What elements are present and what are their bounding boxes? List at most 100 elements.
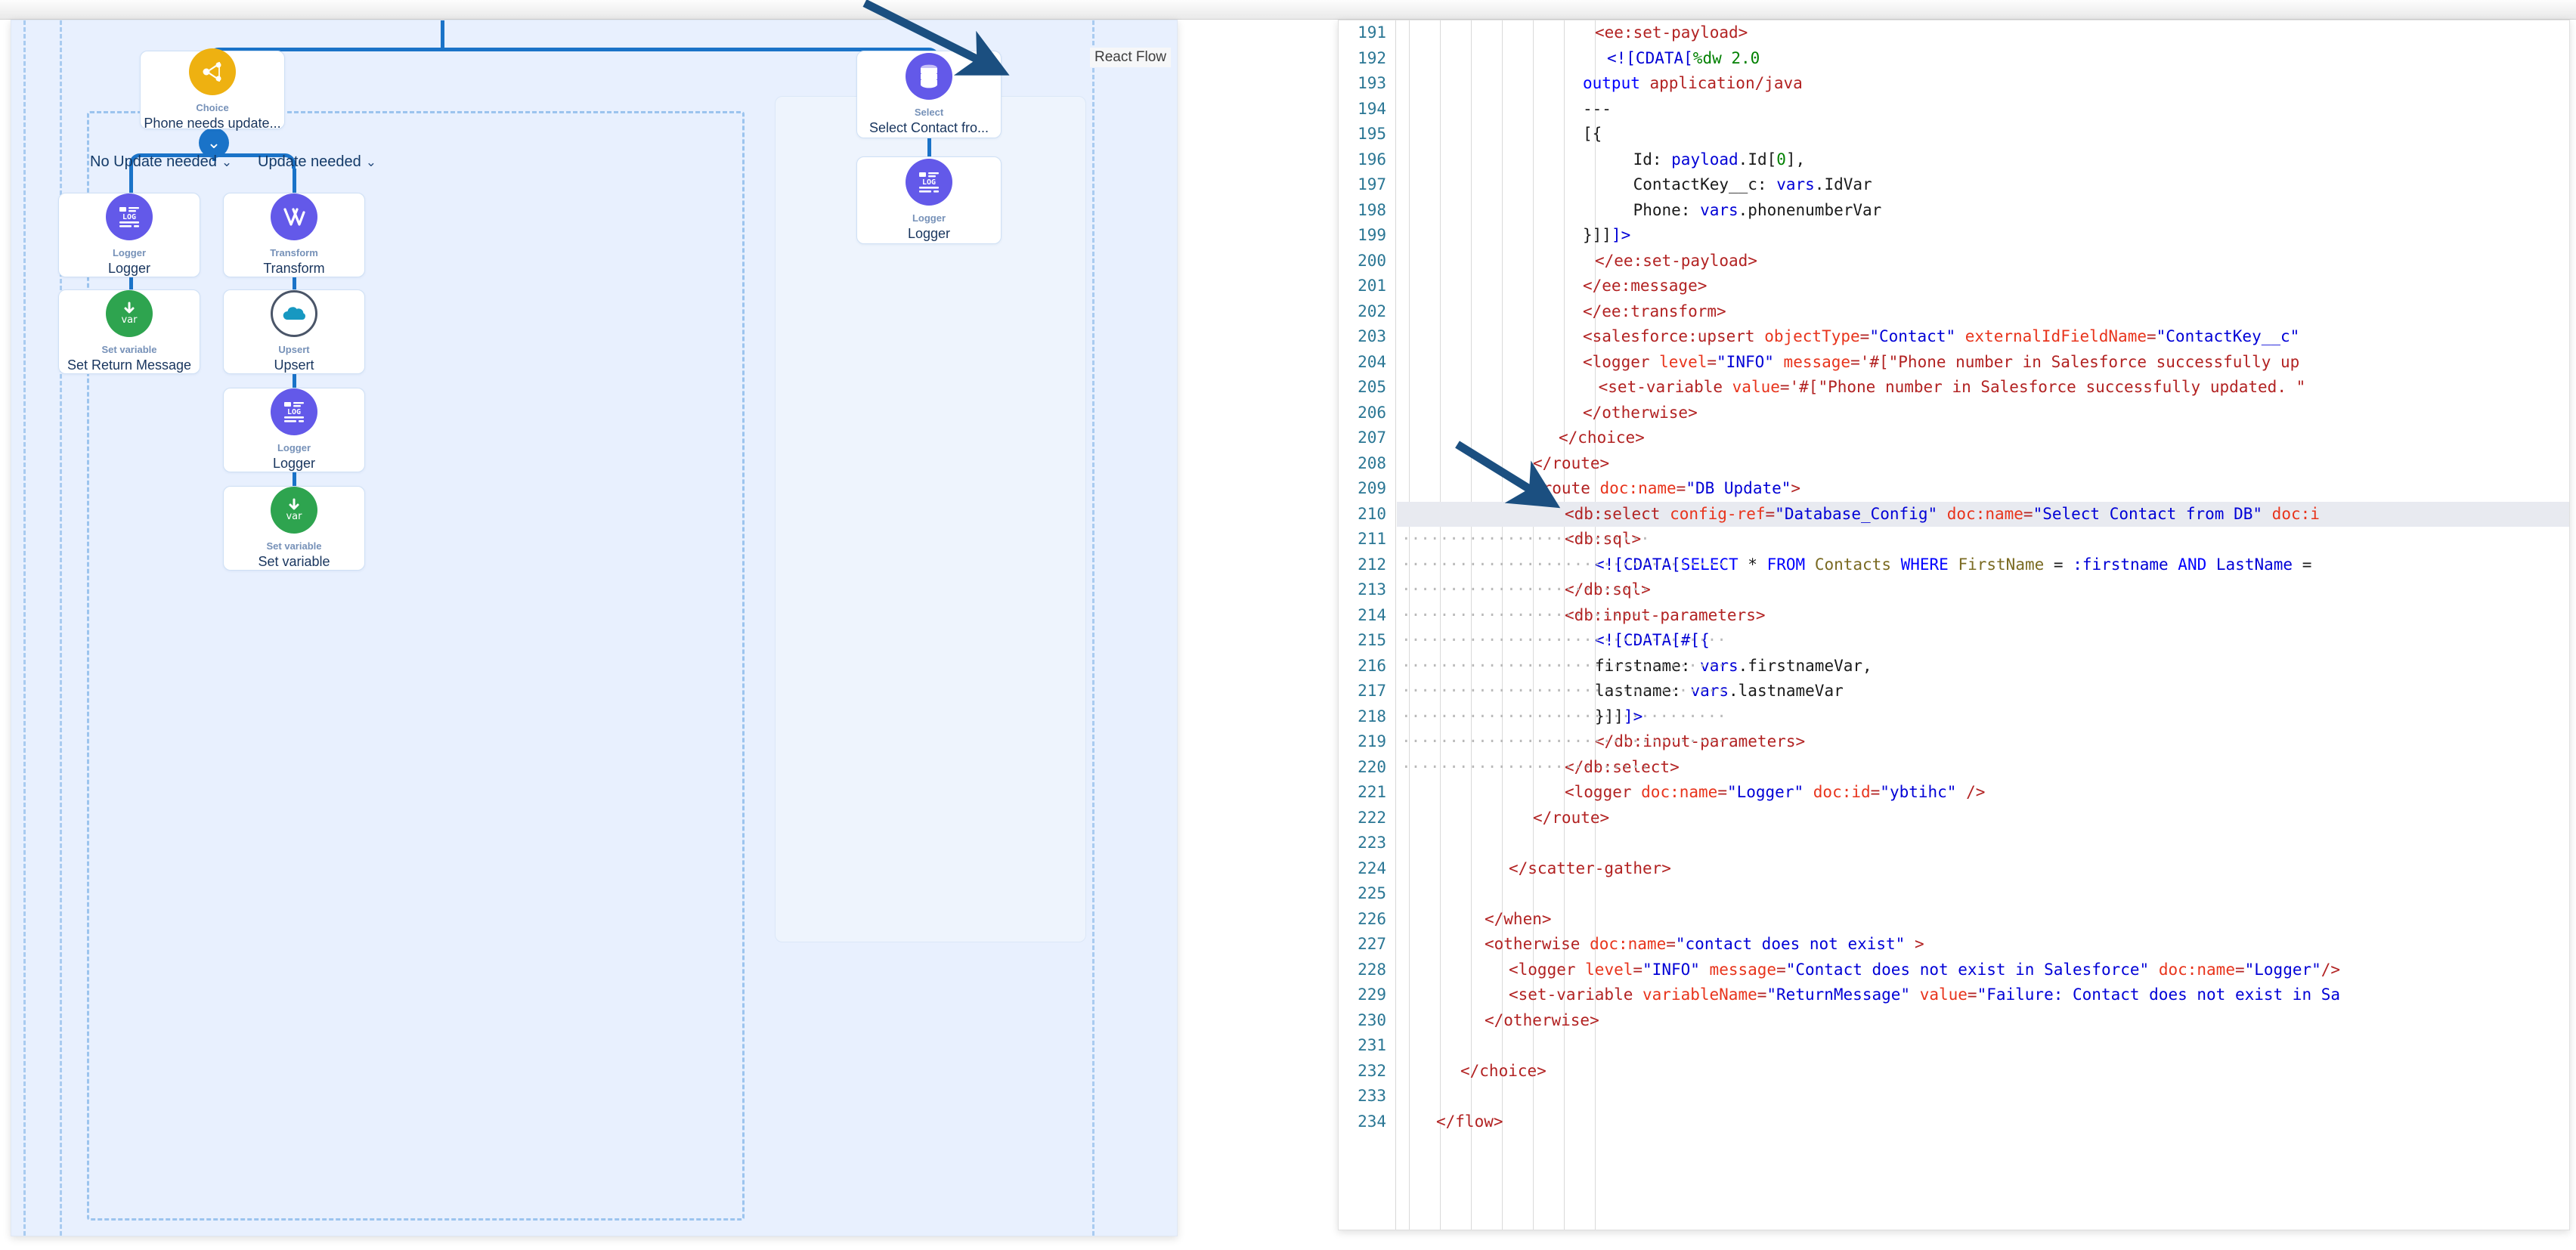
node-type-label: Upsert bbox=[278, 344, 310, 355]
node-set-variable-right[interactable]: var Set variable Set variable bbox=[223, 486, 365, 571]
code-line[interactable]: ·························· </db:select> bbox=[1397, 755, 2569, 781]
code-line[interactable]: <logger level="INFO" message="Contact do… bbox=[1397, 958, 2569, 983]
code-line[interactable]: ContactKey__c: vars.IdVar bbox=[1397, 172, 2569, 198]
code-line[interactable]: ·································· <![CDA… bbox=[1397, 628, 2569, 654]
line-number: 216 bbox=[1358, 656, 1386, 675]
code-line[interactable]: }]]]> bbox=[1397, 223, 2569, 249]
code-line[interactable]: ·································· </db:i… bbox=[1397, 729, 2569, 755]
salesforce-icon bbox=[271, 290, 317, 337]
code-line[interactable]: output application/java bbox=[1397, 71, 2569, 97]
code-line[interactable]: </ee:message> bbox=[1397, 274, 2569, 299]
code-line-content: </choice> bbox=[1559, 429, 1645, 447]
node-name-label: Transform bbox=[263, 261, 325, 277]
code-line[interactable]: <salesforce:upsert objectType="Contact" … bbox=[1397, 324, 2569, 350]
code-line-content: [{ bbox=[1583, 125, 1602, 143]
line-number: 213 bbox=[1358, 580, 1386, 599]
code-line[interactable]: </scatter-gather> bbox=[1397, 856, 2569, 882]
code-line[interactable]: ··································}]]]> bbox=[1397, 704, 2569, 730]
code-line[interactable]: [{ bbox=[1397, 122, 2569, 147]
code-line[interactable]: <db:select config-ref="Database_Config" … bbox=[1397, 501, 2569, 527]
line-number: 225 bbox=[1358, 884, 1386, 902]
node-logger-right[interactable]: LOG Logger Logger bbox=[223, 388, 365, 472]
code-line-content: firstname: vars.firstnameVar, bbox=[1595, 656, 1872, 675]
code-line[interactable]: <route doc:name="DB Update"> bbox=[1397, 476, 2569, 502]
line-number: 227 bbox=[1358, 935, 1386, 953]
code-line-content: </flow> bbox=[1436, 1112, 1503, 1131]
code-line[interactable]: </route> bbox=[1397, 451, 2569, 477]
line-number: 226 bbox=[1358, 909, 1386, 928]
code-line[interactable]: <otherwise doc:name="contact does not ex… bbox=[1397, 932, 2569, 958]
code-line[interactable]: <![CDATA[%dw 2.0 bbox=[1397, 46, 2569, 72]
code-line-content: }]]]> bbox=[1583, 226, 1631, 244]
line-number: 231 bbox=[1358, 1036, 1386, 1054]
code-line[interactable]: </when> bbox=[1397, 907, 2569, 933]
code-line[interactable]: </flow> bbox=[1397, 1109, 2569, 1135]
code-line[interactable] bbox=[1397, 1033, 2569, 1059]
canvas-dashed-rail-right-1 bbox=[1092, 20, 1094, 1236]
code-line-content: Phone: vars.phonenumberVar bbox=[1595, 200, 1882, 219]
node-select[interactable]: Select Select Contact fro... bbox=[856, 51, 1002, 138]
code-line-content: <db:sql> bbox=[1565, 530, 1642, 548]
var-icon: var bbox=[271, 487, 317, 534]
branch-label-no-update[interactable]: No Update needed ⌄ bbox=[90, 153, 232, 171]
node-set-return-message[interactable]: var Set variable Set Return Message bbox=[58, 289, 200, 374]
code-line-content: </ee:message> bbox=[1583, 277, 1708, 295]
code-line-content: <logger level="INFO" message="Contact do… bbox=[1509, 960, 2341, 979]
branch-label-update[interactable]: Update needed ⌄ bbox=[258, 153, 376, 171]
code-line[interactable]: ·························· <db:sql> bbox=[1397, 527, 2569, 552]
code-line[interactable] bbox=[1397, 831, 2569, 856]
line-number: 198 bbox=[1358, 200, 1386, 219]
flow-canvas[interactable]: ⌄ No Update needed ⌄ Update needed ⌄ Choic… bbox=[11, 20, 1178, 1236]
code-line-content: </scatter-gather> bbox=[1509, 859, 1671, 877]
code-line[interactable]: ·································· lastna… bbox=[1397, 679, 2569, 704]
code-line[interactable]: <logger doc:name="Logger" doc:id="ybtihc… bbox=[1397, 780, 2569, 806]
code-line-content: <db:select config-ref="Database_Config" … bbox=[1565, 504, 2320, 523]
line-number: 204 bbox=[1358, 352, 1386, 371]
code-line[interactable] bbox=[1397, 881, 2569, 907]
code-line[interactable]: ·································· firstn… bbox=[1397, 654, 2569, 679]
line-number: 215 bbox=[1358, 631, 1386, 649]
line-number: 221 bbox=[1358, 783, 1386, 801]
editor-code-area[interactable]: <ee:set-payload> <![CDATA[%dw 2.0 output a… bbox=[1397, 20, 2569, 1230]
line-number: 234 bbox=[1358, 1112, 1386, 1131]
code-line[interactable]: ·························· </db:sql> bbox=[1397, 577, 2569, 603]
line-number: 223 bbox=[1358, 834, 1386, 852]
code-line-content: output application/java bbox=[1583, 74, 1803, 92]
node-logger-left[interactable]: LOG Logger Logger bbox=[58, 193, 200, 277]
code-line[interactable]: --- bbox=[1397, 97, 2569, 122]
code-line[interactable] bbox=[1397, 1084, 2569, 1109]
code-line-content: <route doc:name="DB Update"> bbox=[1533, 479, 1801, 497]
node-name-label: Upsert bbox=[274, 357, 314, 373]
xml-code-editor[interactable]: 191 192 193 194 195 196 197 198 199 200 201 202 203 2… bbox=[1338, 20, 2570, 1230]
code-line[interactable]: Id: payload.Id[0], bbox=[1397, 147, 2569, 173]
node-name-label: Logger bbox=[107, 261, 151, 277]
code-line[interactable]: </otherwise> bbox=[1397, 401, 2569, 426]
window-top-chrome bbox=[0, 0, 2576, 20]
code-line[interactable]: <ee:set-payload> bbox=[1397, 20, 2569, 46]
code-line-content: </db:input-parameters> bbox=[1595, 732, 1806, 750]
line-number: 208 bbox=[1358, 453, 1386, 472]
node-choice[interactable]: Choice Phone needs update... bbox=[140, 48, 285, 131]
node-type-label: Logger bbox=[277, 442, 311, 453]
line-number: 202 bbox=[1358, 302, 1386, 320]
code-line[interactable]: <logger level="INFO" message='#["Phone n… bbox=[1397, 350, 2569, 376]
node-upsert[interactable]: Upsert Upsert bbox=[223, 289, 365, 374]
line-number: 201 bbox=[1358, 277, 1386, 295]
node-name-label: Phone needs update... bbox=[144, 116, 281, 131]
react-flow-attribution[interactable]: React Flow bbox=[1089, 48, 1171, 67]
code-line-content: <logger doc:name="Logger" doc:id="ybtihc… bbox=[1565, 783, 1986, 801]
code-line[interactable]: <set-variable variableName="ReturnMessag… bbox=[1397, 982, 2569, 1008]
code-line[interactable]: ·························· <db:input-para… bbox=[1397, 603, 2569, 629]
code-line[interactable]: </route> bbox=[1397, 806, 2569, 831]
code-line[interactable]: </otherwise> bbox=[1397, 1008, 2569, 1034]
node-logger-db[interactable]: LOG Logger Logger bbox=[856, 156, 1002, 244]
code-line[interactable]: </ee:set-payload> bbox=[1397, 249, 2569, 274]
code-line[interactable]: ·································· <![CDA… bbox=[1397, 552, 2569, 578]
node-transform[interactable]: Transform Transform bbox=[223, 193, 365, 277]
code-line[interactable]: </ee:transform> bbox=[1397, 299, 2569, 325]
code-line[interactable]: Phone: vars.phonenumberVar bbox=[1397, 198, 2569, 224]
code-line[interactable]: </choice> bbox=[1397, 425, 2569, 451]
code-line[interactable]: <set-variable value='#["Phone number in … bbox=[1397, 375, 2569, 401]
code-line[interactable]: </choice> bbox=[1397, 1059, 2569, 1084]
svg-text:LOG: LOG bbox=[122, 213, 136, 221]
